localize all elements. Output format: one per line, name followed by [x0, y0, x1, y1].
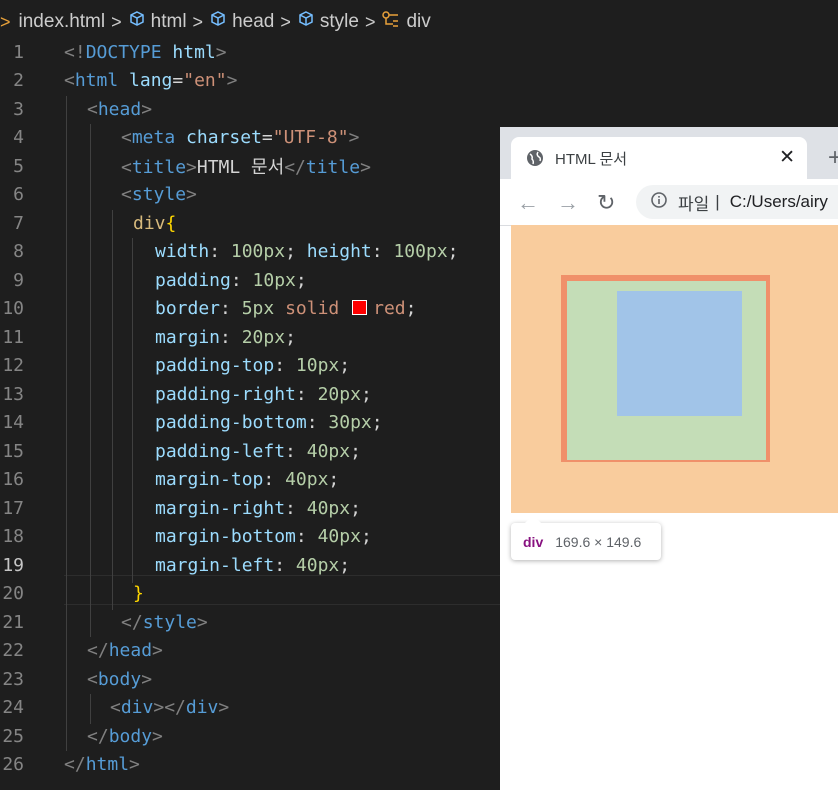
breadcrumb-lead: >	[0, 11, 11, 32]
breadcrumb-item-head[interactable]: head	[209, 10, 274, 34]
globe-icon	[525, 148, 545, 168]
forward-arrow-icon[interactable]: →	[557, 190, 579, 216]
breadcrumb-separator: >	[192, 11, 204, 32]
code-line[interactable]: padding-bottom: 30px;	[0, 409, 500, 438]
breadcrumb-separator: >	[280, 11, 291, 32]
code-line[interactable]: margin: 20px;	[0, 323, 500, 352]
code-line[interactable]: border: 5px solid red;	[0, 295, 500, 324]
tooltip-element-name: div	[523, 533, 544, 550]
code-line[interactable]: margin-top: 40px;	[0, 466, 500, 495]
code-line[interactable]: <style>	[0, 181, 500, 210]
code-line[interactable]: <meta charset="UTF-8">	[0, 124, 500, 153]
breadcrumb-separator: >	[364, 11, 376, 32]
breadcrumb-item-div[interactable]: div	[381, 10, 431, 34]
inspect-tooltip: div 169.6 × 149.6	[511, 515, 661, 560]
code-line[interactable]: <head>	[0, 95, 500, 124]
breadcrumb-file[interactable]: index.html	[19, 11, 106, 33]
code-line[interactable]: <!DOCTYPE html>	[0, 38, 500, 67]
breadcrumb-item-label: style	[319, 11, 359, 32]
code-line[interactable]: }	[0, 580, 500, 609]
cube-icon	[297, 10, 315, 34]
code-line[interactable]: margin-bottom: 40px;	[0, 523, 500, 552]
breadcrumb-item-style[interactable]: style	[297, 10, 359, 34]
address-bar[interactable]: 파일 | C:/Users/airy	[636, 185, 838, 219]
breadcrumb-item-label: div	[406, 11, 431, 32]
code-line[interactable]: margin-right: 40px;	[0, 494, 500, 523]
close-icon[interactable]: ✕	[779, 146, 795, 169]
code-line[interactable]: <div></div>	[0, 694, 500, 723]
code-line[interactable]: padding-right: 20px;	[0, 380, 500, 409]
code-line[interactable]: </style>	[0, 608, 500, 637]
info-icon[interactable]	[650, 191, 668, 214]
breadcrumb-separator: >	[111, 11, 122, 32]
page-viewport	[511, 225, 838, 790]
browser-toolbar: ← → ↻ 파일 | C:/Users/airy	[500, 179, 838, 226]
code-line[interactable]: width: 100px; height: 100px;	[0, 238, 500, 267]
breadcrumb-item-html[interactable]: html	[128, 10, 187, 34]
code-line[interactable]: padding-left: 40px;	[0, 437, 500, 466]
address-separator: |	[715, 192, 720, 211]
color-swatch[interactable]	[352, 299, 368, 315]
code-line[interactable]: </html>	[0, 751, 500, 780]
cube-icon	[209, 10, 227, 34]
code-line[interactable]: </body>	[0, 722, 500, 751]
code-line[interactable]: div{	[0, 209, 500, 238]
breadcrumb-item-label: head	[232, 11, 275, 32]
tab-title: HTML 문서	[555, 150, 628, 168]
address-label: 파일	[678, 194, 710, 214]
breadcrumb-item-label: html	[150, 11, 187, 32]
reload-icon[interactable]: ↻	[597, 190, 615, 216]
tab-strip: HTML 문서 ✕ +	[500, 127, 838, 179]
code-line-current[interactable]: margin-left: 40px;	[0, 551, 500, 580]
code-line[interactable]: <title>HTML 문서</title>	[0, 152, 500, 181]
cube-icon	[128, 10, 146, 34]
code-line[interactable]: padding-top: 10px;	[0, 352, 500, 381]
css-rule-icon	[381, 10, 401, 34]
code-line[interactable]: <html lang="en">	[0, 67, 500, 96]
content-highlight[interactable]	[617, 291, 742, 416]
tooltip-element-size: 169.6 × 149.6	[555, 533, 642, 550]
code-line[interactable]: padding: 10px;	[0, 266, 500, 295]
browser-window: HTML 문서 ✕ + ← → ↻ 파일 | C:/Users/airy div…	[500, 127, 838, 790]
address-url: C:/Users/airy	[729, 192, 828, 211]
code-line[interactable]: <body>	[0, 665, 500, 694]
new-tab-button[interactable]: +	[828, 144, 838, 172]
code-editor[interactable]: 1 2 3 4 5 6 7 8 9 10 11 12 13 14 15 16 1…	[0, 38, 500, 790]
back-arrow-icon[interactable]: ←	[517, 190, 539, 216]
code-line[interactable]: </head>	[0, 637, 500, 666]
browser-tab[interactable]: HTML 문서 ✕	[511, 137, 807, 179]
